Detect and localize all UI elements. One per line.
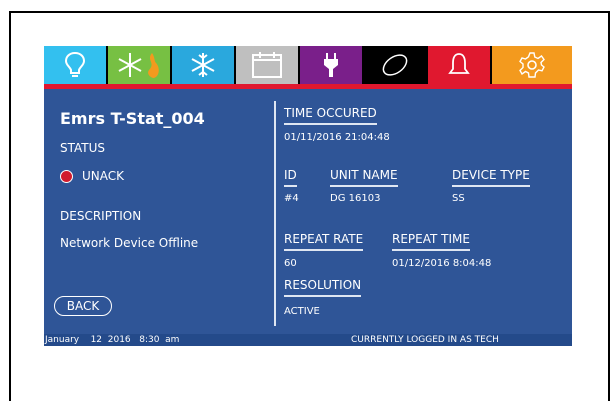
status-value: UNACK [82, 169, 125, 183]
tab-power[interactable] [300, 46, 364, 84]
panel-divider [274, 101, 276, 326]
tab-bar [44, 46, 572, 88]
id-label: ID [284, 168, 297, 187]
date-time: January 12 2016 8:30 am [45, 335, 180, 345]
time-occured-value: 01/11/2016 21:04:48 [284, 132, 390, 143]
oval-icon [382, 54, 408, 76]
unit-name-value: DG 16103 [330, 193, 381, 204]
id-value: #4 [284, 193, 299, 204]
device-type-value: SS [452, 193, 465, 204]
description-value: Network Device Offline [60, 236, 199, 250]
hmi-screen: Emrs T-Stat_004 STATUS UNACK DESCRIPTION… [44, 46, 572, 346]
alarm-summary-panel: Emrs T-Stat_004 STATUS UNACK DESCRIPTION… [44, 89, 274, 329]
repeat-rate-value: 60 [284, 258, 297, 269]
snowflake-flame-icon [118, 53, 159, 78]
plug-icon [324, 53, 338, 77]
tab-settings[interactable] [492, 46, 572, 84]
repeat-time-value: 01/12/2016 8:04:48 [392, 258, 492, 269]
description-label: DESCRIPTION [60, 209, 142, 223]
login-status: CURRENTLY LOGGED IN AS TECH [351, 335, 499, 345]
status-label: STATUS [60, 141, 106, 155]
tab-schedule[interactable] [236, 46, 300, 84]
device-title: Emrs T-Stat_004 [60, 109, 205, 128]
gear-icon [519, 52, 545, 78]
resolution-label: RESOLUTION [284, 278, 362, 297]
back-button[interactable]: BACK [54, 296, 112, 316]
snowflake-icon [191, 53, 215, 77]
resolution-value: ACTIVE [284, 306, 320, 317]
tab-cooling[interactable] [172, 46, 236, 84]
calendar-icon [252, 52, 282, 78]
status-bar: January 12 2016 8:30 am CURRENTLY LOGGED… [44, 334, 572, 346]
bell-icon [448, 53, 470, 74]
tab-alarms[interactable] [428, 46, 492, 84]
status-indicator-icon [60, 170, 73, 183]
repeat-time-label: REPEAT TIME [392, 232, 470, 251]
unit-name-label: UNIT NAME [330, 168, 398, 187]
time-occured-label: TIME OCCURED [284, 106, 377, 125]
tab-heat-cool[interactable] [108, 46, 172, 84]
lightbulb-icon [64, 51, 86, 77]
repeat-rate-label: REPEAT RATE [284, 232, 364, 251]
tab-lighting[interactable] [44, 46, 108, 84]
tab-misc[interactable] [364, 46, 428, 84]
device-type-label: DEVICE TYPE [452, 168, 530, 187]
